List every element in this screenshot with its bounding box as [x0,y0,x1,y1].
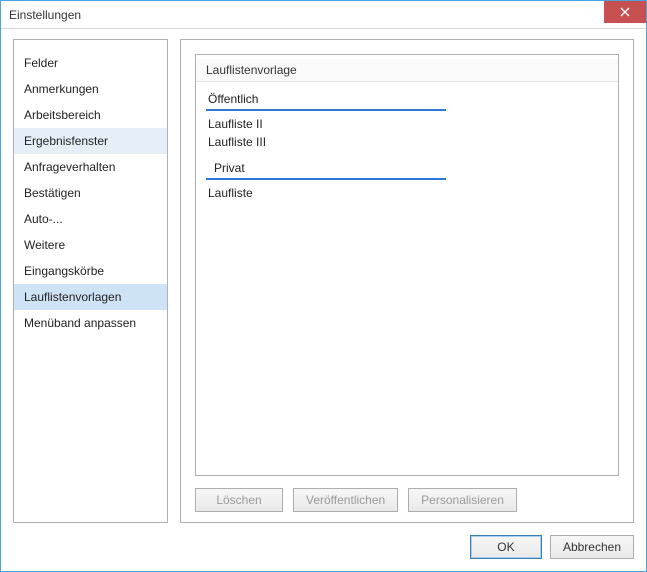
sidebar-item-label: Anfrageverhalten [24,160,115,174]
sidebar-item-felder[interactable]: Felder [14,50,167,76]
sidebar-item-arbeitsbereich[interactable]: Arbeitsbereich [14,102,167,128]
sidebar-item-label: Arbeitsbereich [24,108,101,122]
template-listbox[interactable]: Lauflistenvorlage Öffentlich Laufliste I… [195,54,619,476]
sidebar-item-auto[interactable]: Auto-... [14,206,167,232]
personalize-button[interactable]: Personalisieren [408,488,517,512]
sidebar-item-anfrageverhalten[interactable]: Anfrageverhalten [14,154,167,180]
sidebar-item-label: Felder [24,56,58,70]
cancel-button[interactable]: Abbrechen [550,535,634,559]
settings-dialog: Einstellungen Felder Anmerkungen Arbeits… [0,0,647,572]
listbox-heading: Lauflistenvorlage [196,59,618,82]
sidebar-item-label: Anmerkungen [24,82,99,96]
panel-button-row: Löschen Veröffentlichen Personalisieren [195,476,619,512]
dialog-body: Felder Anmerkungen Arbeitsbereich Ergebn… [1,29,646,525]
sidebar-item-menueband[interactable]: Menüband anpassen [14,310,167,336]
sidebar-item-lauflistenvorlagen[interactable]: Lauflistenvorlagen [14,284,167,310]
list-item[interactable]: Laufliste [196,180,618,202]
sidebar-item-anmerkungen[interactable]: Anmerkungen [14,76,167,102]
sidebar-item-label: Ergebnisfenster [24,134,108,148]
delete-button[interactable]: Löschen [195,488,283,512]
window-title: Einstellungen [9,8,81,22]
publish-button[interactable]: Veröffentlichen [293,488,398,512]
section-header-public: Öffentlich [206,88,446,111]
sidebar-item-label: Weitere [24,238,65,252]
sidebar-item-label: Lauflistenvorlagen [24,290,121,304]
sidebar-item-label: Bestätigen [24,186,81,200]
sidebar-item-label: Eingangskörbe [24,264,104,278]
section-header-private: Privat [206,157,446,180]
main-panel: Lauflistenvorlage Öffentlich Laufliste I… [180,39,634,523]
titlebar: Einstellungen [1,1,646,29]
sidebar-item-weitere[interactable]: Weitere [14,232,167,258]
list-item[interactable]: Laufliste III [196,133,618,151]
sidebar-item-eingangskoerbe[interactable]: Eingangskörbe [14,258,167,284]
dialog-footer: OK Abbrechen [1,525,646,571]
sidebar-item-label: Auto-... [24,212,63,226]
sidebar-item-ergebnisfenster[interactable]: Ergebnisfenster [14,128,167,154]
close-icon [620,7,630,17]
list-item[interactable]: Laufliste II [196,111,618,133]
close-button[interactable] [604,1,646,23]
sidebar-item-bestaetigen[interactable]: Bestätigen [14,180,167,206]
ok-button[interactable]: OK [470,535,542,559]
sidebar-item-label: Menüband anpassen [24,316,136,330]
sidebar: Felder Anmerkungen Arbeitsbereich Ergebn… [13,39,168,523]
